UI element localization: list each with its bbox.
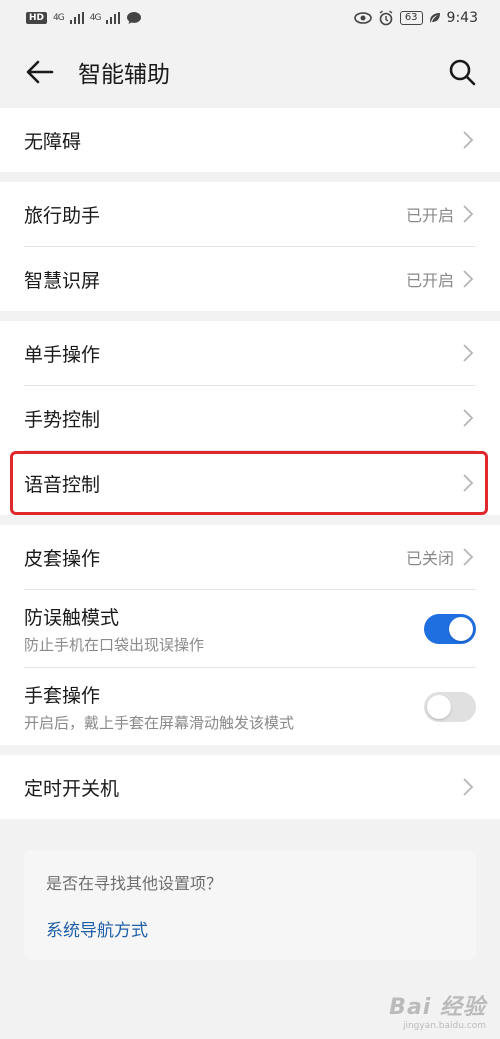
signal-1: 4G	[53, 13, 65, 23]
status-bar: HD 4G 4G 63 9:43	[0, 0, 500, 36]
row-right: 已开启	[406, 202, 476, 226]
row-right: 已开启	[406, 267, 476, 291]
row-subtitle: 防止手机在口袋出现误操作	[24, 635, 205, 654]
settings-group-control: 单手操作 手势控制 语音控制	[0, 321, 500, 515]
row-travel-assistant[interactable]: 旅行助手 已开启	[0, 182, 500, 246]
row-status: 已开启	[405, 271, 454, 290]
chevron-right-icon	[462, 343, 476, 363]
chevron-right-icon	[462, 130, 476, 150]
clock: 9:43	[446, 10, 478, 26]
row-right	[462, 408, 476, 428]
chevron-right-icon	[462, 777, 476, 797]
hd-badge: HD	[26, 12, 48, 24]
group-gap	[0, 311, 500, 321]
page-title: 智能辅助	[78, 62, 170, 88]
group-gap	[0, 515, 500, 525]
row-label: 旅行助手	[24, 204, 101, 227]
row-label: 手势控制	[24, 408, 101, 431]
row-scheduled-power[interactable]: 定时开关机	[0, 755, 500, 819]
row-label: 无障碍	[24, 130, 82, 153]
status-left: HD 4G 4G	[26, 11, 142, 25]
settings-group-smart: 旅行助手 已开启 智慧识屏 已开启	[0, 182, 500, 311]
row-label: 定时开关机	[24, 777, 120, 800]
back-button[interactable]	[24, 56, 56, 88]
row-label: 手套操作	[24, 684, 101, 707]
row-right	[462, 777, 476, 797]
signal-bars-icon	[69, 12, 84, 24]
row-anti-mistouch: 防误触模式 防止手机在口袋出现误操作	[0, 590, 500, 667]
battery-level: 63	[399, 11, 423, 25]
app-header: 智能辅助	[0, 36, 500, 108]
watermark-logo: Bai 经验	[389, 995, 486, 1020]
row-glove-operation: 手套操作 开启后，戴上手套在屏幕滑动触发该模式	[0, 668, 500, 745]
settings-group-accessibility: 无障碍	[0, 108, 500, 172]
toggle-knob	[427, 694, 451, 719]
row-voice-control[interactable]: 语音控制	[0, 451, 500, 515]
toggle-knob	[449, 616, 473, 641]
chevron-right-icon	[462, 204, 476, 224]
row-right	[462, 130, 476, 150]
watermark-url: jingyan.baidu.com	[402, 1021, 486, 1031]
message-icon	[127, 12, 142, 24]
row-gesture-control[interactable]: 手势控制	[0, 386, 500, 450]
chevron-right-icon	[462, 547, 476, 567]
arrow-left-icon	[26, 60, 54, 84]
search-icon	[449, 59, 476, 86]
suggestion-link-navigation[interactable]: 系统导航方式	[46, 916, 454, 941]
eye-icon	[354, 12, 372, 24]
chevron-right-icon	[462, 408, 476, 428]
glove-operation-toggle[interactable]	[424, 691, 476, 722]
settings-group-schedule: 定时开关机	[0, 755, 500, 819]
signal-bars-icon	[106, 12, 121, 24]
suggestion-card: 是否在寻找其他设置项？ 系统导航方式	[24, 850, 476, 960]
settings-group-cover: 皮套操作 已关闭 防误触模式 防止手机在口袋出现误操作 手套操作 开启后，戴上手…	[0, 525, 500, 745]
row-cover-operation[interactable]: 皮套操作 已关闭	[0, 525, 500, 589]
row-status: 已开启	[405, 206, 454, 225]
row-label: 语音控制	[24, 473, 101, 496]
row-right	[462, 473, 476, 493]
group-gap	[0, 745, 500, 755]
row-text: 防误触模式 防止手机在口袋出现误操作	[24, 603, 204, 655]
chevron-right-icon	[462, 269, 476, 289]
row-one-hand[interactable]: 单手操作	[0, 321, 500, 385]
chevron-right-icon	[462, 473, 476, 493]
alarm-icon	[379, 10, 393, 26]
row-text: 手套操作 开启后，戴上手套在屏幕滑动触发该模式	[24, 681, 294, 733]
row-right: 已关闭	[406, 545, 476, 569]
row-status: 已关闭	[405, 549, 454, 568]
suggestion-question: 是否在寻找其他设置项？	[46, 874, 223, 893]
row-label: 智慧识屏	[24, 269, 101, 292]
anti-mistouch-toggle[interactable]	[424, 613, 476, 644]
row-label: 单手操作	[24, 343, 101, 366]
baidu-watermark: Bai 经验 jingyan.baidu.com	[389, 989, 486, 1031]
status-right: 63 9:43	[354, 10, 478, 26]
row-right	[462, 343, 476, 363]
leaf-icon	[429, 13, 440, 23]
group-gap	[0, 172, 500, 182]
signal-2: 4G	[89, 13, 102, 23]
row-subtitle: 开启后，戴上手套在屏幕滑动触发该模式	[24, 713, 295, 732]
row-smart-screen[interactable]: 智慧识屏 已开启	[0, 247, 500, 311]
row-accessibility[interactable]: 无障碍	[0, 108, 500, 172]
row-label: 防误触模式	[24, 606, 120, 629]
row-label: 皮套操作	[24, 547, 101, 570]
search-button[interactable]	[446, 56, 478, 88]
